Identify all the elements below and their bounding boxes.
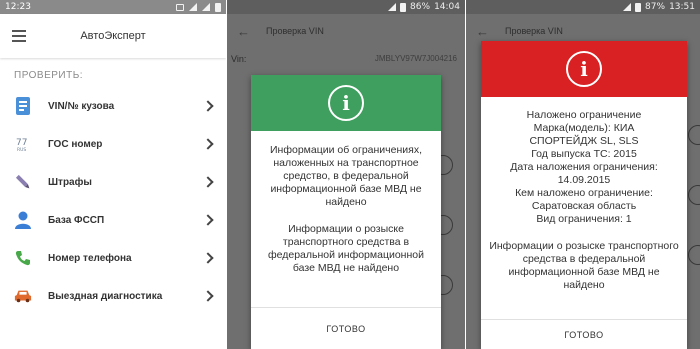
result-dialog: i Информации об ограничениях, наложенных… <box>251 75 441 349</box>
done-button[interactable]: ГОТОВО <box>481 319 687 349</box>
menu-item-label: Выездная диагностика <box>48 290 163 302</box>
vin-check-screen-clear: 86% 14:04 ← Проверка VIN Vin: JMBLYV97W7… <box>227 0 465 349</box>
result-dialog: i Наложено ограничение Марка(модель): КИ… <box>481 41 687 349</box>
wanted-result-text: Информации о розыске транспортного средс… <box>268 223 424 274</box>
battery-icon <box>215 2 221 12</box>
phone-icon <box>14 249 32 267</box>
done-button[interactable]: ГОТОВО <box>251 307 441 349</box>
restriction-line: Год выпуска ТС: 2015 <box>531 148 637 160</box>
check-menu: VIN/№ кузова 77 RUS ГОС номер Штрафы Баз… <box>0 87 226 315</box>
chevron-right-icon <box>202 176 214 188</box>
license-plate-icon: 77 RUS <box>14 135 32 153</box>
person-icon <box>14 211 32 229</box>
restriction-line: Дата наложения ограничения: <box>510 161 658 173</box>
chevron-right-icon <box>202 100 214 112</box>
restriction-line: 14.09.2015 <box>557 174 611 186</box>
radio-button <box>688 125 700 145</box>
restriction-line: СПОРТЕЙДЖ SL, SLS <box>529 135 639 147</box>
restriction-line: Саратовская область <box>531 200 637 212</box>
wanted-result-text: Информации о розыске транспортного средс… <box>489 240 679 291</box>
signal-icon <box>388 3 397 11</box>
vin-row: Vin: JMBLYV97W7J004216 <box>231 54 457 64</box>
status-bar: 87% 13:51 <box>466 0 700 14</box>
app-main-screen: 12:23 АвтоЭксперт ПРОВЕРИТЬ: VIN/№ кузов… <box>0 0 226 349</box>
restriction-line: Вид ограничения: 1 <box>536 213 632 225</box>
restriction-result-text: Информации об ограничениях, наложенных н… <box>270 144 422 208</box>
menu-item-label: Штрафы <box>48 176 92 188</box>
menu-item-gos-number[interactable]: 77 RUS ГОС номер <box>0 125 226 163</box>
pen-icon <box>14 173 32 191</box>
status-bar: 12:23 <box>0 0 226 14</box>
restriction-line: Кем наложено ограничение: <box>515 187 653 199</box>
plate-number-text: 77 <box>16 138 27 148</box>
plate-region-text: RUS <box>17 147 26 153</box>
restriction-line: Марка(модель): КИА <box>533 122 635 134</box>
battery-icon <box>635 2 642 12</box>
vin-value: JMBLYV97W7J004216 <box>374 54 457 63</box>
info-icon: i <box>566 51 602 87</box>
dialog-header: i <box>481 41 687 97</box>
status-icons <box>176 2 221 12</box>
status-time: 12:23 <box>5 2 31 12</box>
car-icon <box>14 287 32 305</box>
menu-item-phone[interactable]: Номер телефона <box>0 239 226 277</box>
chevron-right-icon <box>202 214 214 226</box>
vin-card-icon <box>14 97 32 115</box>
chevron-right-icon <box>202 290 214 302</box>
menu-item-diagnostics[interactable]: Выездная диагностика <box>0 277 226 315</box>
vin-label: Vin: <box>231 54 247 64</box>
radio-button <box>688 185 700 205</box>
dialog-body: Информации об ограничениях, наложенных н… <box>251 131 441 275</box>
menu-item-label: База ФССП <box>48 214 105 226</box>
status-bar: 86% 14:04 <box>227 0 465 14</box>
restriction-line: Наложено ограничение <box>526 109 642 121</box>
battery-icon <box>400 2 407 12</box>
app-bar: АвтоЭксперт <box>0 14 226 58</box>
chevron-right-icon <box>202 252 214 264</box>
restriction-details: Наложено ограничение Марка(модель): КИА … <box>489 109 679 226</box>
menu-item-fssp[interactable]: База ФССП <box>0 201 226 239</box>
dialog-header: i <box>251 75 441 131</box>
notification-icon <box>176 3 184 11</box>
toolbar: ← Проверка VIN <box>227 14 465 48</box>
status-battery: 86% <box>410 2 431 12</box>
menu-item-label: VIN/№ кузова <box>48 100 115 112</box>
menu-item-label: Номер телефона <box>48 252 132 264</box>
vin-check-screen-restricted: 87% 13:51 ← Проверка VIN i Наложено огра… <box>466 0 700 349</box>
toolbar-title: Проверка VIN <box>505 26 563 36</box>
menu-item-vin[interactable]: VIN/№ кузова <box>0 87 226 125</box>
section-label: ПРОВЕРИТЬ: <box>14 70 84 81</box>
chevron-right-icon <box>202 138 214 150</box>
menu-item-label: ГОС номер <box>48 138 103 150</box>
back-arrow-icon[interactable]: ← <box>237 24 250 39</box>
radio-button <box>688 245 700 265</box>
signal-icon <box>202 3 210 11</box>
info-icon: i <box>328 85 364 121</box>
toolbar-title: Проверка VIN <box>266 26 324 36</box>
menu-item-fines[interactable]: Штрафы <box>0 163 226 201</box>
status-battery: 87% <box>645 2 666 12</box>
status-time: 13:51 <box>669 2 695 12</box>
dialog-body: Наложено ограничение Марка(модель): КИА … <box>481 97 687 292</box>
wifi-icon <box>189 3 197 11</box>
back-arrow-icon[interactable]: ← <box>476 24 489 39</box>
status-time: 14:04 <box>434 2 460 12</box>
signal-icon <box>623 3 632 11</box>
app-title: АвтоЭксперт <box>80 30 146 42</box>
